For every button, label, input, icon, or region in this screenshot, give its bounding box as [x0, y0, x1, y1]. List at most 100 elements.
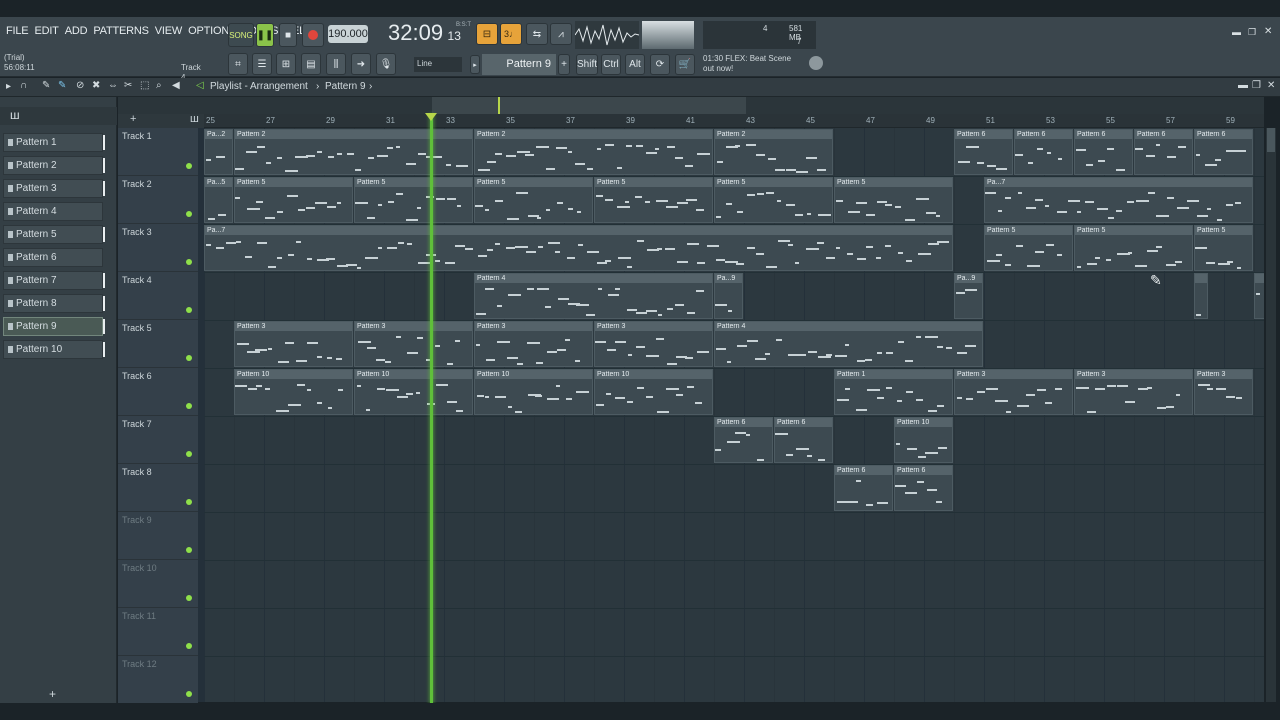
browser-icon[interactable]: ⫼: [326, 53, 346, 75]
close-icon[interactable]: ✕: [1264, 26, 1274, 37]
playhead-marker-icon[interactable]: [425, 113, 437, 121]
pattern-item[interactable]: Pattern 7: [3, 271, 105, 290]
track-header[interactable]: Track 7: [118, 416, 198, 464]
picker-add-icon[interactable]: +: [49, 687, 56, 701]
pause-button[interactable]: ❚❚: [256, 23, 274, 47]
playlist-clip[interactable]: Pattern 6: [894, 465, 953, 511]
track-header[interactable]: Track 5: [118, 320, 198, 368]
playlist-clip[interactable]: Pattern 5: [474, 177, 593, 223]
playlist-clip[interactable]: [1254, 273, 1264, 319]
playlist-clip[interactable]: Pattern 6: [1194, 129, 1253, 175]
track-header[interactable]: Track 12: [118, 656, 198, 704]
pattern-item[interactable]: Pattern 2: [3, 156, 105, 175]
playlist-clip[interactable]: Pattern 6: [774, 417, 833, 463]
track-mute-led[interactable]: [186, 595, 192, 601]
playlist-clip[interactable]: Pattern 5: [1194, 225, 1253, 271]
track-mute-led[interactable]: [186, 499, 192, 505]
tempo-display[interactable]: 190.000: [328, 25, 368, 43]
playlist-clip[interactable]: Pattern 3: [354, 321, 473, 367]
playlist-clip[interactable]: Pattern 3: [954, 369, 1073, 415]
playlist-clip[interactable]: Pattern 3: [474, 321, 593, 367]
track-mute-led[interactable]: [186, 691, 192, 697]
track-mute-led[interactable]: [186, 211, 192, 217]
track-header[interactable]: Track 6: [118, 368, 198, 416]
playlist-clip[interactable]: Pattern 10: [354, 369, 473, 415]
song-mode-toggle[interactable]: SONG: [228, 23, 254, 47]
playlist-clip[interactable]: Pattern 5: [834, 177, 953, 223]
pattern-song-icon[interactable]: ⊟: [476, 23, 498, 45]
playlist-clip[interactable]: Pattern 1: [834, 369, 953, 415]
menu-edit[interactable]: EDIT: [32, 25, 60, 41]
slice-tool-icon[interactable]: ✂: [124, 80, 132, 91]
playlist-clip[interactable]: Pattern 6: [1134, 129, 1193, 175]
wait-icon[interactable]: ⇆: [526, 23, 548, 45]
ruler-add-icon[interactable]: +: [130, 113, 136, 125]
playlist-clip[interactable]: Pattern 6: [1014, 129, 1073, 175]
playlist-clip[interactable]: Pa...5: [204, 177, 233, 223]
playlist-overview[interactable]: [118, 97, 1264, 114]
playlist-clip[interactable]: Pattern 6: [714, 417, 773, 463]
playlist-clip[interactable]: Pattern 10: [594, 369, 713, 415]
shop-icon[interactable]: 🛒: [675, 54, 695, 75]
plugin-picker-icon[interactable]: ➜: [351, 53, 371, 75]
slip-tool-icon[interactable]: ⇔: [108, 80, 118, 91]
select-tool-icon[interactable]: ⬚: [140, 80, 149, 91]
playlist-clip[interactable]: Pattern 3: [1194, 369, 1253, 415]
playlist-clip[interactable]: [1194, 273, 1208, 319]
ruler-pat-icon[interactable]: ш: [190, 113, 199, 125]
add-pattern-icon[interactable]: +: [558, 54, 570, 75]
piano-roll-icon[interactable]: ▤: [301, 53, 321, 75]
playlist-clip[interactable]: Pattern 5: [594, 177, 713, 223]
playlist-maximize-icon[interactable]: ❐: [1252, 80, 1261, 91]
playlist-clip[interactable]: Pattern 2: [714, 129, 833, 175]
playlist-clip[interactable]: Pattern 6: [1074, 129, 1133, 175]
countdown-icon[interactable]: ⩘: [550, 23, 572, 45]
menu-patterns[interactable]: PATTERNS: [91, 25, 150, 41]
track-header[interactable]: Track 2: [118, 176, 198, 224]
menu-file[interactable]: FILE: [4, 25, 30, 41]
snap-selector[interactable]: Line: [414, 57, 462, 72]
playlist-clip[interactable]: Pa...9: [714, 273, 743, 319]
playlist-clip[interactable]: Pattern 3: [594, 321, 713, 367]
playlist-grid[interactable]: Pa...2 Pattern 2 Pattern 2 Pattern 2 Pattern…: [204, 128, 1264, 702]
playlist-arrow-icon[interactable]: ◁: [196, 80, 204, 91]
maximize-icon[interactable]: ❐: [1248, 27, 1258, 37]
playlist-clip[interactable]: Pattern 4: [714, 321, 983, 367]
playlist-clip[interactable]: Pattern 10: [234, 369, 353, 415]
playlist-clip[interactable]: Pattern 3: [1074, 369, 1193, 415]
pattern-item[interactable]: Pattern 1: [3, 133, 105, 152]
shift-button[interactable]: Shift: [576, 54, 598, 75]
playlist-clip[interactable]: Pa...9: [954, 273, 983, 319]
track-header[interactable]: Track 1: [118, 128, 198, 176]
playlist-minimize-icon[interactable]: ▬: [1238, 80, 1248, 91]
channel-rack-icon[interactable]: ⊞: [276, 53, 296, 75]
magnet-icon[interactable]: ∩: [20, 80, 27, 91]
track-header[interactable]: Track 10: [118, 560, 198, 608]
zoom-tool-icon[interactable]: ⌕: [156, 80, 162, 91]
globe-icon[interactable]: [809, 56, 823, 70]
ctrl-button[interactable]: Ctrl: [601, 54, 621, 75]
playlist-clip[interactable]: Pattern 4: [474, 273, 713, 319]
playlist-close-icon[interactable]: ✕: [1267, 80, 1275, 91]
minimize-icon[interactable]: ▬: [1232, 27, 1242, 37]
news-panel[interactable]: 01:30 FLEX: Beat Scene out now!: [703, 54, 813, 76]
track-mute-led[interactable]: [186, 259, 192, 265]
playlist-clip[interactable]: Pattern 5: [714, 177, 833, 223]
track-header[interactable]: Track 8: [118, 464, 198, 512]
playlist-clip[interactable]: Pattern 10: [894, 417, 953, 463]
playlist-clip[interactable]: Pattern 5: [1074, 225, 1193, 271]
playlist-menu-icon[interactable]: ▸: [6, 81, 11, 92]
track-mute-led[interactable]: [186, 163, 192, 169]
metronome-icon[interactable]: 3♩: [500, 23, 522, 45]
paint-tool-icon[interactable]: ✎: [58, 80, 66, 91]
playlist-clip[interactable]: Pattern 5: [984, 225, 1073, 271]
playlist-clip[interactable]: Pattern 5: [354, 177, 473, 223]
timeline-ruler[interactable]: 25 27 29 31 33 35 37 39 41 43 45 47 49 51 53 55 57 59: [204, 114, 1264, 128]
track-mute-led[interactable]: [186, 547, 192, 553]
track-mute-led[interactable]: [186, 355, 192, 361]
pattern-selector[interactable]: Pattern 9: [482, 54, 556, 75]
playlist-clip[interactable]: Pattern 2: [234, 129, 473, 175]
mute-tool-icon[interactable]: ✖: [92, 80, 100, 91]
vertical-scrollbar[interactable]: [1266, 128, 1276, 702]
track-mute-led[interactable]: [186, 643, 192, 649]
